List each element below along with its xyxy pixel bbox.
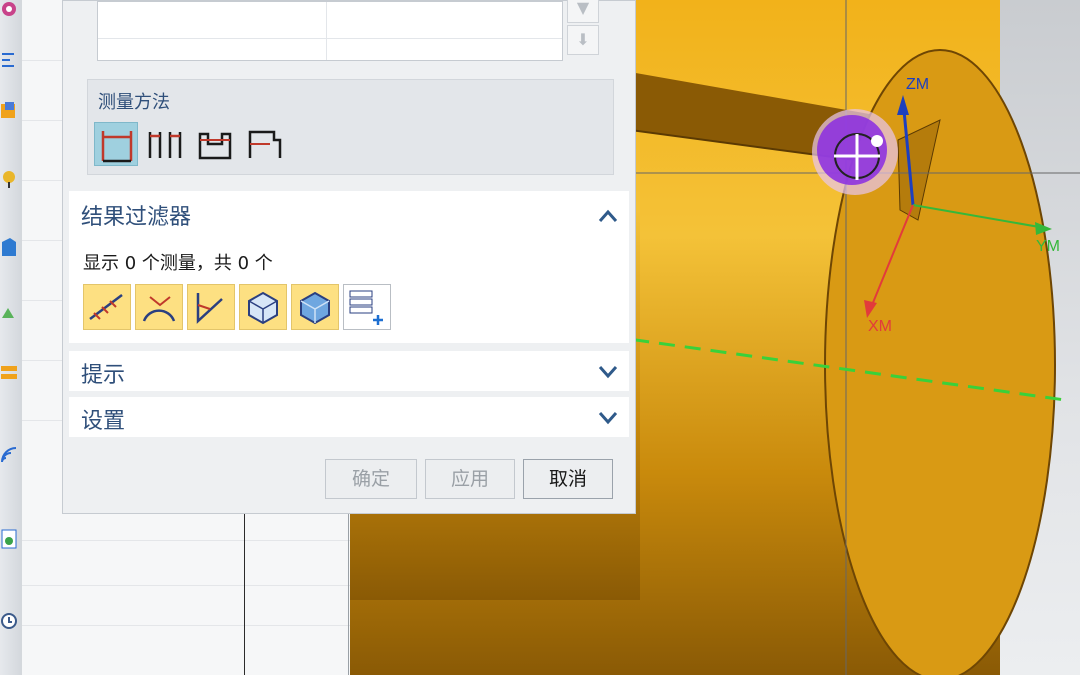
measure-count-text: 显示 0 个测量，共 0 个	[83, 253, 273, 274]
xm-axis-label: XM	[868, 318, 892, 335]
signal-icon[interactable]	[0, 444, 18, 466]
mass-filter-icon[interactable]	[291, 284, 339, 330]
part-nav-icon[interactable]	[0, 100, 18, 122]
zm-axis-label: ZM	[906, 76, 930, 93]
angle-filter-icon[interactable]	[135, 284, 183, 330]
chevron-down-icon[interactable]	[597, 407, 619, 429]
pair-distance-method-icon[interactable]	[244, 122, 288, 166]
move-up-button[interactable]: ▼	[567, 0, 599, 23]
assembly-nav-icon[interactable]	[0, 48, 18, 70]
distance-method-icon[interactable]	[94, 122, 138, 166]
process-studio-icon[interactable]	[0, 528, 18, 550]
result-filter-title[interactable]: 结果过滤器	[81, 199, 191, 231]
distance-filter-icon[interactable]	[83, 284, 131, 330]
constraint-nav-icon[interactable]	[0, 168, 18, 190]
volume-filter-icon[interactable]	[239, 284, 287, 330]
chain-distance-method-icon[interactable]	[194, 122, 238, 166]
hints-title[interactable]: 提示	[81, 357, 125, 389]
arrow-down-icon: ⬇	[576, 30, 590, 49]
history-icon[interactable]	[0, 0, 18, 22]
cancel-button[interactable]: 取消	[523, 459, 613, 499]
result-filter-section: 结果过滤器 显示 0 个测量，共 0 个	[69, 191, 629, 343]
apply-button[interactable]: 应用	[425, 459, 515, 499]
add-filter-icon[interactable]	[343, 284, 391, 330]
web-browser-icon[interactable]	[0, 302, 18, 324]
measurement-list[interactable]	[97, 1, 563, 61]
chevron-up-icon[interactable]	[597, 205, 619, 227]
ym-axis-label: YM	[1036, 238, 1060, 255]
chevron-down-icon[interactable]	[597, 361, 619, 383]
resource-bar	[0, 0, 23, 675]
clock-icon[interactable]	[0, 610, 18, 632]
ok-button[interactable]: 确定	[325, 459, 417, 499]
reuse-library-icon[interactable]	[0, 236, 18, 258]
hints-section[interactable]: 提示	[69, 351, 629, 391]
history-palette-icon[interactable]	[0, 362, 18, 384]
measure-method-group: 测量方法	[87, 79, 614, 175]
multi-distance-method-icon[interactable]	[144, 122, 188, 166]
radius-filter-icon[interactable]	[187, 284, 235, 330]
move-to-bottom-button[interactable]: ⬇	[567, 25, 599, 55]
settings-title[interactable]: 设置	[81, 403, 125, 435]
chevron-down-icon: ▼	[576, 0, 590, 17]
measure-method-title: 测量方法	[98, 92, 170, 113]
measure-dialog: ▼ ⬇ 测量方法 结果过滤器 显示 0 个测量，共 0 个 提示 设置 确定 应…	[62, 0, 636, 514]
settings-section[interactable]: 设置	[69, 397, 629, 437]
